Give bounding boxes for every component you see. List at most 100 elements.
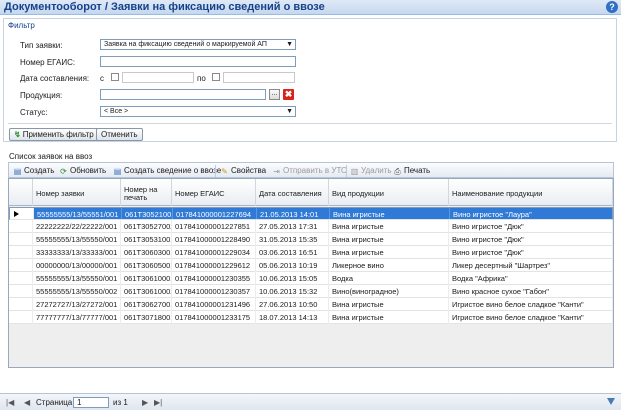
create-info-button[interactable]: ▤ Создать сведение о ввозе	[113, 165, 221, 177]
table-cell: 10.06.2013 15:32	[256, 285, 329, 298]
properties-icon: ✎	[221, 167, 228, 176]
column-header[interactable]: Номер заявки	[33, 179, 121, 206]
table-cell: 03.06.2013 16:51	[256, 246, 329, 259]
table-cell: Водка	[329, 272, 449, 285]
column-header[interactable]: Наименование продукции	[449, 179, 613, 206]
requests-grid: Номер заявки Номер на печать Номер ЕГАИС Да…	[8, 178, 614, 368]
table-cell: 061T30605001	[121, 259, 172, 272]
table-cell: 27.06.2013 10:50	[256, 298, 329, 311]
create-button[interactable]: ▤ Создать	[13, 165, 55, 177]
table-row[interactable]: 33333333/13/33333/001 061T30603001 0178410…	[9, 246, 613, 259]
row-indicator	[9, 246, 33, 259]
table-cell: Вина игристые	[329, 298, 449, 311]
table-row[interactable]: 00000000/13/00000/001 061T30605001 0178410…	[9, 259, 613, 272]
row-indicator	[9, 233, 33, 246]
table-row[interactable]: 77777777/13/77777/001 061T30718001 0178410…	[9, 311, 613, 324]
table-cell: 33333333/13/33333/001	[33, 246, 121, 259]
send-uto-button[interactable]: ⇥ Отправить в УТО	[272, 165, 347, 177]
table-cell: 27.05.2013 17:31	[256, 220, 329, 233]
delete-button[interactable]: ▥ Удалить	[350, 165, 392, 177]
status-label: Статус:	[20, 108, 48, 117]
table-row[interactable]: 27272727/13/27272/001 061T30627001 0178410…	[9, 298, 613, 311]
table-cell: 55555555/13/55551/001	[34, 208, 122, 219]
properties-button[interactable]: ✎ Свойства	[220, 165, 266, 177]
egais-input[interactable]	[100, 56, 296, 67]
product-label: Продукция:	[20, 91, 63, 100]
clear-icon[interactable]: ✖	[283, 89, 294, 100]
delete-icon: ▥	[350, 167, 359, 176]
refresh-label: Обновить	[70, 166, 107, 175]
date-from-input[interactable]	[122, 72, 194, 83]
request-type-select[interactable]: Заявка на фиксацию сведений о маркируемо…	[100, 39, 296, 50]
egais-label: Номер ЕГАИС:	[20, 58, 76, 67]
printer-icon: ⎙	[394, 167, 401, 176]
table-cell: 18.07.2013 14:13	[256, 311, 329, 324]
table-cell: Ликер десертный "Шартрез"	[449, 259, 613, 272]
new-document-icon: ▤	[13, 167, 22, 176]
table-cell: 061T30521001	[122, 208, 173, 219]
table-row[interactable]: 55555555/13/55550/001 061T30610001 0178410…	[9, 272, 613, 285]
first-page-button[interactable]: |◀	[6, 397, 14, 408]
send-label: Отправить в УТО	[283, 166, 348, 175]
print-label: Печать	[404, 166, 431, 175]
filter-panel: Фильтр Тип заявки: Заявка на фиксацию св…	[3, 18, 617, 142]
help-icon[interactable]: ?	[606, 1, 618, 13]
row-indicator-header	[9, 179, 33, 206]
table-cell: Водка "Африка"	[449, 272, 613, 285]
row-indicator	[9, 285, 33, 298]
page-input[interactable]: 1	[73, 397, 109, 408]
create-label: Создать	[24, 166, 55, 175]
refresh-button[interactable]: ⟳ Обновить	[59, 165, 106, 177]
row-indicator	[9, 272, 33, 285]
page-label: Страница	[36, 398, 73, 407]
row-indicator	[9, 298, 33, 311]
table-cell: Вино(виноградное)	[329, 285, 449, 298]
table-cell: 10.06.2013 15:05	[256, 272, 329, 285]
table-cell: 017841000001228490	[172, 233, 256, 246]
send-icon: ⇥	[273, 167, 280, 176]
row-indicator	[10, 208, 34, 219]
column-header[interactable]: Вид продукции	[329, 179, 449, 206]
last-page-button[interactable]: ▶|	[154, 397, 162, 408]
table-cell: Игристое вино белое сладкое "Канти"	[449, 311, 613, 324]
table-row[interactable]: 55555555/13/55550/001 061T30531001 0178410…	[9, 233, 613, 246]
table-cell: 22222222/22/22222/001	[33, 220, 121, 233]
date-to-checkbox[interactable]	[212, 73, 220, 81]
table-cell: 27272727/13/27272/001	[33, 298, 121, 311]
table-cell: 061T30718001	[121, 311, 172, 324]
table-cell: Вина игристые	[329, 220, 449, 233]
table-cell: 05.06.2013 10:19	[256, 259, 329, 272]
list-label: Список заявок на ввоз	[9, 152, 93, 161]
column-header[interactable]: Номер ЕГАИС	[172, 179, 256, 206]
table-cell: 017841000001227694	[173, 208, 257, 219]
table-row[interactable]: 22222222/22/22222/001 061T30527002 0178410…	[9, 220, 613, 233]
table-cell: 017841000001231496	[172, 298, 256, 311]
product-input[interactable]	[100, 89, 266, 100]
filter-icon[interactable]	[607, 398, 615, 405]
cancel-filter-button[interactable]: Отменить	[96, 128, 143, 141]
table-cell: 017841000001233175	[172, 311, 256, 324]
row-indicator	[9, 259, 33, 272]
prev-page-button[interactable]: ◀	[24, 397, 30, 408]
print-button[interactable]: ⎙ Печать	[393, 165, 430, 177]
table-cell: 77777777/13/77777/001	[33, 311, 121, 324]
date-to-input[interactable]	[223, 72, 295, 83]
apply-filter-button[interactable]: ↯ Применить фильтр	[9, 128, 99, 141]
chevron-down-icon: ▼	[286, 41, 293, 48]
table-cell: 017841000001229034	[172, 246, 256, 259]
column-header[interactable]: Номер на печать	[121, 179, 172, 206]
column-header[interactable]: Дата составления	[256, 179, 329, 206]
filter-legend: Фильтр	[8, 21, 35, 30]
status-select[interactable]: < Все > ▼	[100, 106, 296, 117]
row-indicator	[9, 311, 33, 324]
table-row[interactable]: 55555555/13/55551/001 061T30521001 0178410…	[9, 207, 613, 220]
date-from-checkbox[interactable]	[111, 73, 119, 81]
grid-header: Номер заявки Номер на печать Номер ЕГАИС Да…	[9, 179, 613, 206]
next-page-button[interactable]: ▶	[142, 397, 148, 408]
table-row[interactable]: 55555555/13/55550/002 061T30610002 0178410…	[9, 285, 613, 298]
properties-label: Свойства	[231, 166, 267, 175]
date-from-label: с	[100, 74, 104, 83]
table-cell: 21.05.2013 14:01	[257, 208, 330, 219]
product-select-button[interactable]: ...	[269, 89, 280, 100]
refresh-icon: ⟳	[60, 167, 67, 176]
